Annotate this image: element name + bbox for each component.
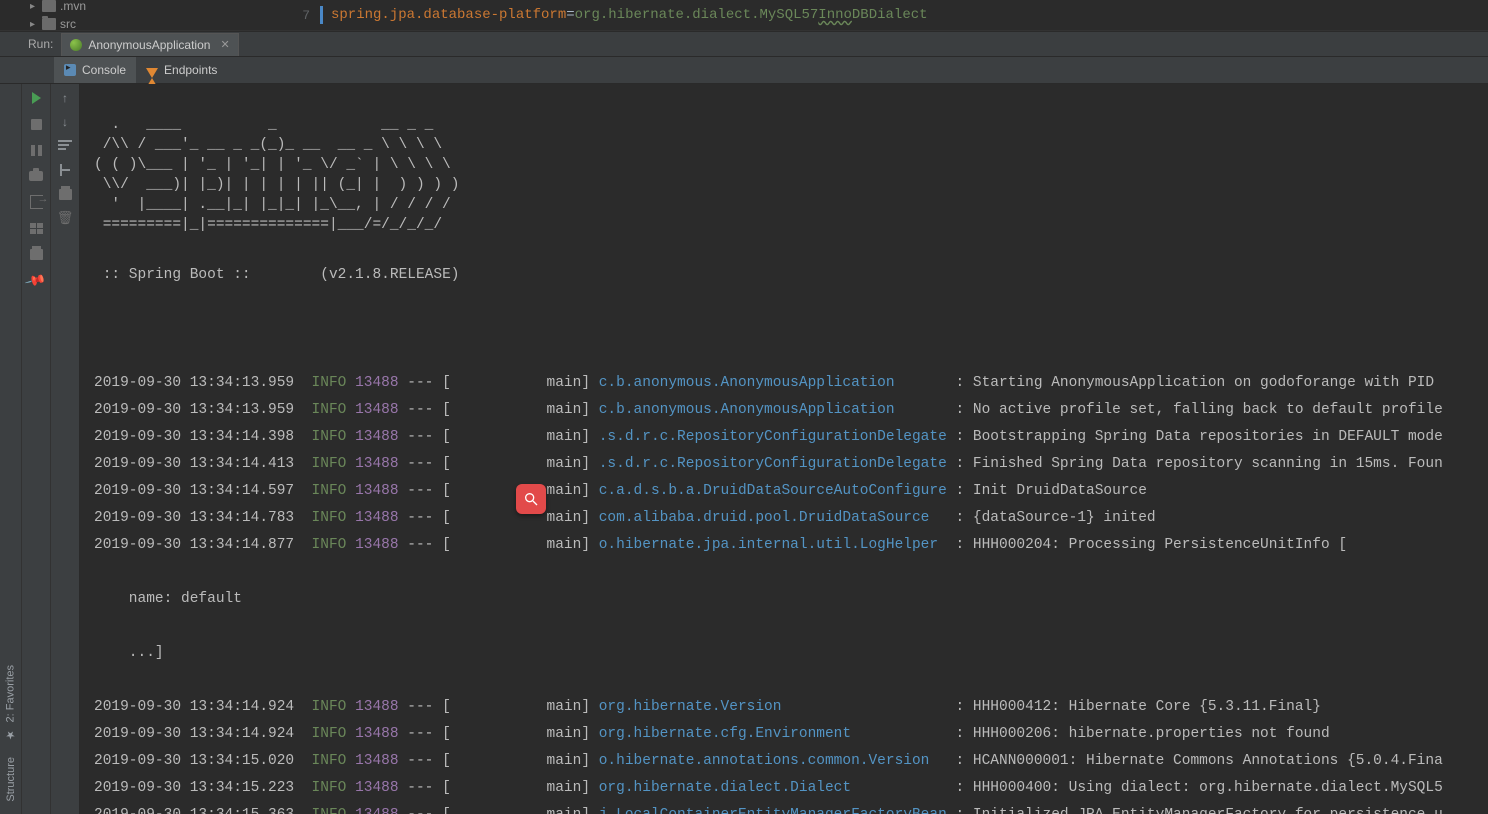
trash-icon: 🗑 <box>57 210 74 226</box>
prop-eq: = <box>566 7 574 23</box>
editor-line[interactable]: spring.jpa.database-platform=org.hiberna… <box>320 6 928 24</box>
console-action-column: ↑ ↓ 🗑 <box>51 84 80 814</box>
tab-console-label: Console <box>82 63 126 77</box>
print-button[interactable] <box>27 246 45 262</box>
caret-icon[interactable]: ▸ <box>30 19 38 30</box>
pin-button[interactable]: 📌 <box>27 272 45 288</box>
scroll-up-button[interactable]: ↑ <box>56 90 74 106</box>
caret-icon[interactable]: ▸ <box>30 1 38 12</box>
sidebar-favorites-button[interactable]: ★ 2: Favorites <box>4 657 17 749</box>
search-icon <box>523 491 539 507</box>
close-icon[interactable]: ✕ <box>216 38 229 51</box>
arrow-down-icon: ↓ <box>62 115 68 129</box>
tab-console[interactable]: Console <box>54 57 136 83</box>
exit-button[interactable] <box>27 194 45 210</box>
tab-endpoints-label: Endpoints <box>164 63 217 77</box>
layout-button[interactable] <box>27 220 45 236</box>
run-tab-anonymous-app[interactable]: AnonymousApplication ✕ <box>61 33 238 56</box>
print-console-button[interactable] <box>56 186 74 202</box>
tree-label: .mvn <box>60 0 86 13</box>
log-line: 2019-09-30 13:34:14.877 INFO 13488 --- [… <box>94 532 1488 559</box>
spring-icon <box>70 39 82 51</box>
log-line: 2019-09-30 13:34:14.597 INFO 13488 --- [… <box>94 478 1488 505</box>
log-line: 2019-09-30 13:34:14.924 INFO 13488 --- [… <box>94 721 1488 748</box>
tree-item-mvn[interactable]: ▸ .mvn <box>30 0 270 13</box>
layout-icon <box>30 223 43 234</box>
log-line: 2019-09-30 13:34:14.924 INFO 13488 --- [… <box>94 694 1488 721</box>
exit-icon <box>30 195 43 209</box>
spring-version-line: :: Spring Boot :: (v2.1.8.RELEASE) <box>94 262 1488 289</box>
star-icon: ★ <box>4 728 17 741</box>
editor-line-number: 7 <box>270 8 320 23</box>
log-line: 2019-09-30 13:34:14.783 INFO 13488 --- [… <box>94 505 1488 532</box>
wrap-icon <box>58 140 72 152</box>
run-label: Run: <box>0 37 61 51</box>
tree-item-src[interactable]: ▸ src <box>30 17 270 31</box>
log-line: 2019-09-30 13:34:15.223 INFO 13488 --- [… <box>94 775 1488 802</box>
play-icon <box>32 92 41 104</box>
toolwindow-tabs: Console Endpoints <box>0 57 1488 84</box>
tab-endpoints[interactable]: Endpoints <box>136 57 227 83</box>
pause-button[interactable] <box>27 142 45 158</box>
arrow-up-icon: ↑ <box>62 91 68 105</box>
console-output[interactable]: . ____ _ __ _ _ /\\ / ___'_ __ _ _(_)_ _… <box>80 84 1488 814</box>
log-continuation: name: default <box>94 586 1488 613</box>
editor-caret <box>320 6 323 24</box>
favorites-label: 2: Favorites <box>5 665 17 722</box>
log-line: 2019-09-30 13:34:15.020 INFO 13488 --- [… <box>94 748 1488 775</box>
prop-key: spring.jpa.database-platform <box>331 7 566 23</box>
pin-icon: 📌 <box>24 268 48 291</box>
console-icon <box>64 64 76 76</box>
prop-val-wavy: Inno <box>818 7 852 23</box>
prop-val-a: org.hibernate.dialect.MySQL57 <box>575 7 819 23</box>
soft-wrap-button[interactable] <box>56 138 74 154</box>
dump-button[interactable] <box>27 168 45 184</box>
log-continuation: ...] <box>94 640 1488 667</box>
log-line: 2019-09-30 13:34:13.959 INFO 13488 --- [… <box>94 397 1488 424</box>
rerun-button[interactable] <box>27 90 45 106</box>
editor-strip: ▸ .mvn ▸ src 7 spring.jpa.database-platf… <box>0 0 1488 31</box>
tree-icon <box>58 164 72 176</box>
print-icon <box>59 189 72 200</box>
left-vertical-bar: ★ 2: Favorites Structure <box>0 84 22 814</box>
run-tab-label: AnonymousApplication <box>88 38 210 52</box>
sidebar-structure-button[interactable]: Structure <box>5 749 17 810</box>
scroll-to-end-button[interactable] <box>56 162 74 178</box>
log-line: 2019-09-30 13:34:14.413 INFO 13488 --- [… <box>94 451 1488 478</box>
scroll-down-button[interactable]: ↓ <box>56 114 74 130</box>
stop-icon <box>31 119 42 130</box>
folder-icon <box>42 18 56 30</box>
folder-icon <box>42 0 56 12</box>
stop-button[interactable] <box>27 116 45 132</box>
print-icon <box>30 249 43 260</box>
run-action-column: 📌 <box>22 84 51 814</box>
project-tree[interactable]: ▸ .mvn ▸ src <box>0 0 270 31</box>
log-line: 2019-09-30 13:34:15.363 INFO 13488 --- [… <box>94 802 1488 814</box>
run-toolbar: Run: AnonymousApplication ✕ <box>0 31 1488 57</box>
tree-label: src <box>60 17 76 31</box>
camera-icon <box>29 171 43 181</box>
structure-label: Structure <box>5 757 17 802</box>
search-fab[interactable] <box>516 484 546 514</box>
spring-banner: . ____ _ __ _ _ /\\ / ___'_ __ _ _(_)_ _… <box>94 115 1488 235</box>
log-line: 2019-09-30 13:34:13.959 INFO 13488 --- [… <box>94 370 1488 397</box>
clear-button[interactable]: 🗑 <box>56 210 74 226</box>
pause-icon <box>31 145 42 156</box>
prop-val-b: DBDialect <box>852 7 928 23</box>
log-line: 2019-09-30 13:34:14.398 INFO 13488 --- [… <box>94 424 1488 451</box>
